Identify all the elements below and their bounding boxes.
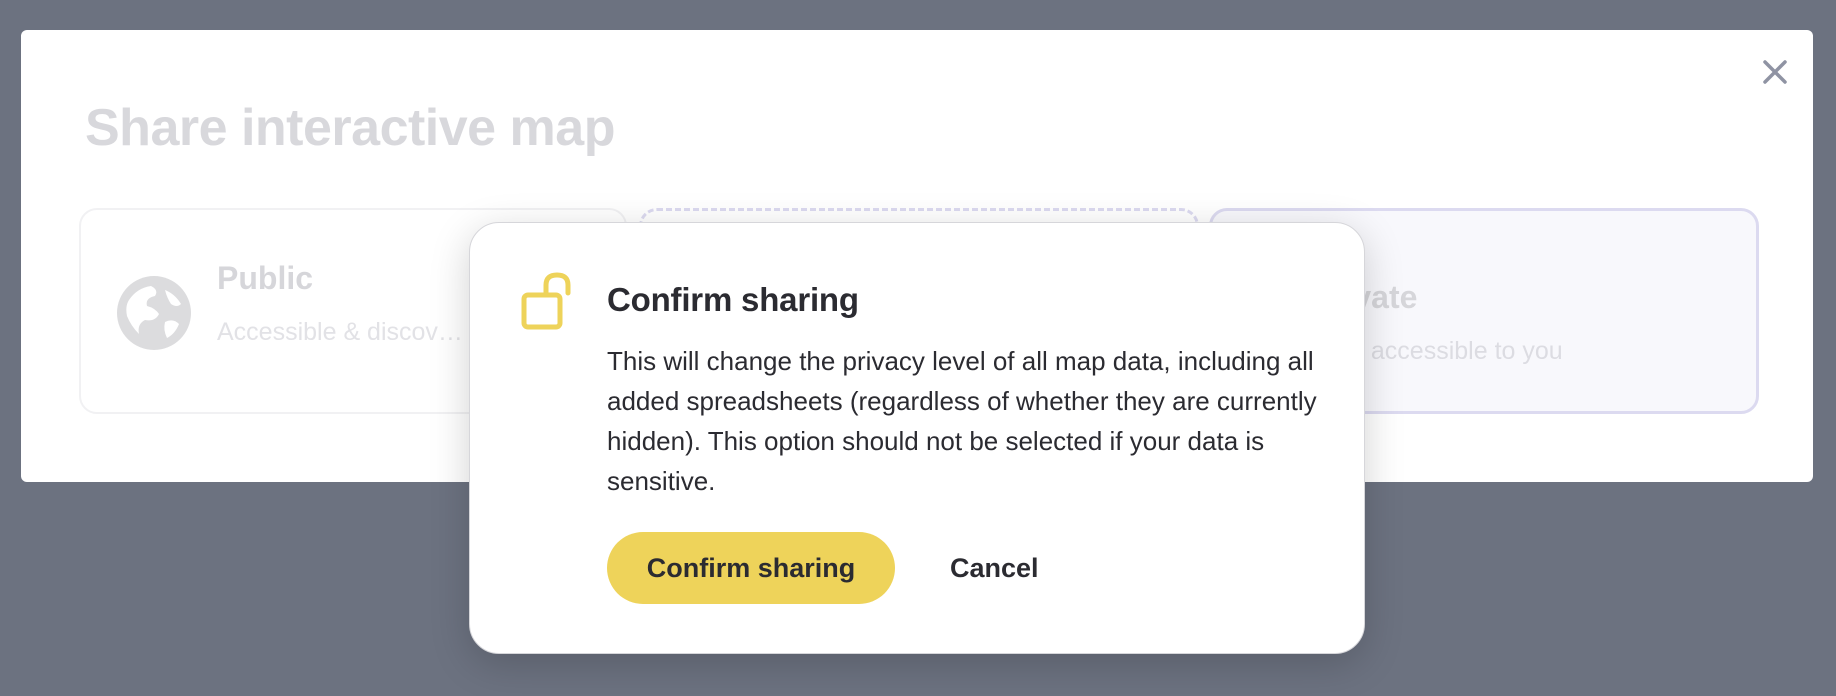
confirm-sharing-button[interactable]: Confirm sharing (607, 532, 895, 604)
share-modal-title: Share interactive map (85, 99, 615, 157)
unlocked-padlock-icon (521, 272, 571, 330)
dialog-message: This will change the privacy level of al… (607, 346, 1317, 496)
modal-backdrop[interactable]: Share interactive map Public Accessible … (0, 0, 1836, 696)
close-icon (1763, 60, 1787, 84)
cancel-button[interactable]: Cancel (940, 532, 1049, 604)
confirm-sharing-dialog: Confirm sharing This will change the pri… (469, 222, 1365, 654)
globe-icon (117, 276, 191, 350)
private-option-description: nly accessible to you (1332, 337, 1563, 365)
dialog-title: Confirm sharing (607, 281, 859, 318)
close-button[interactable] (1755, 52, 1795, 92)
public-option-label: Public (217, 260, 314, 296)
